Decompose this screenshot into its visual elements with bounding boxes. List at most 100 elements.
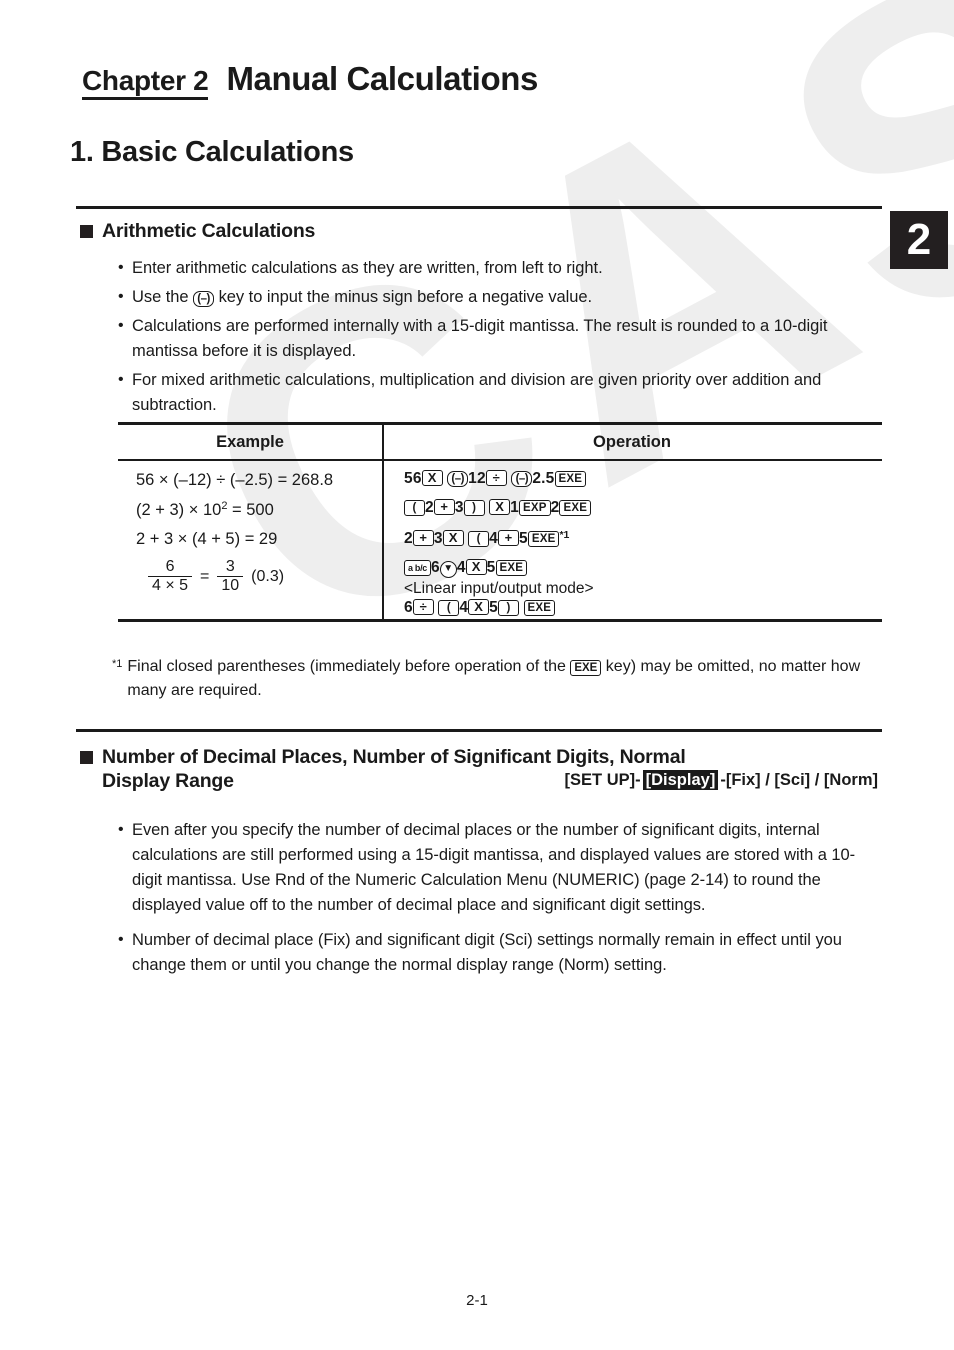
operation-key-sequence-linear: 6 ÷ (4 X 5) EXE bbox=[404, 598, 882, 617]
operand-text: 4 bbox=[456, 558, 466, 576]
heading-arithmetic-label: Arithmetic Calculations bbox=[102, 220, 316, 242]
footnote-text-before: Final closed parentheses (immediately be… bbox=[127, 658, 566, 675]
list-item-text: Enter arithmetic calculations as they ar… bbox=[132, 259, 603, 277]
table-column-divider bbox=[382, 460, 384, 619]
plus-key-icon: + bbox=[498, 529, 519, 546]
list-item-text: Even after you specify the number of dec… bbox=[132, 821, 856, 915]
list-item-text-before: Use the bbox=[132, 288, 189, 306]
setup-path-suffix: -[Fix] / [Sci] / [Norm] bbox=[720, 771, 878, 789]
table-row: 56 × (–12) ÷ (–2.5) = 268.8 56 X (–) 12 ÷ (… bbox=[118, 461, 882, 490]
fraction-left: 6 4 × 5 bbox=[148, 557, 193, 597]
section-title: 1. Basic Calculations bbox=[70, 136, 354, 168]
operand-text: 2 bbox=[550, 498, 560, 516]
operand-text: 12 bbox=[468, 469, 486, 487]
bullet-dot-icon: • bbox=[118, 931, 124, 948]
footnote: *1 Final closed parentheses (immediately… bbox=[112, 655, 892, 703]
operand-text: 1 bbox=[510, 498, 519, 516]
exe-key-icon: EXE bbox=[495, 559, 528, 576]
table-row: (2 + 3) × 102 = 500 (2 +3) X 1 EXP 2 EXE bbox=[118, 490, 882, 520]
operand-text: 2 bbox=[404, 529, 413, 547]
fraction-denominator: 4 × 5 bbox=[148, 576, 193, 596]
setup-path: [SET UP]- [Display] -[Fix] / [Sci] / [Norm… bbox=[565, 770, 878, 790]
bullet-dot-icon: • bbox=[118, 259, 124, 276]
divider-rule-top bbox=[76, 206, 882, 209]
list-item: • Number of decimal place (Fix) and sign… bbox=[118, 928, 878, 978]
fraction-key-icon: a b/c bbox=[404, 559, 432, 576]
operand-text: 5 bbox=[486, 558, 496, 576]
operand-text: 5 bbox=[519, 529, 528, 547]
fraction-numerator: 6 bbox=[165, 557, 175, 575]
list-item-text: For mixed arithmetic calculations, multi… bbox=[132, 371, 822, 415]
open-paren-key-icon: ( bbox=[404, 499, 425, 516]
plus-key-icon: + bbox=[433, 498, 455, 515]
operand-text: 3 bbox=[454, 498, 464, 516]
heading-decimal-line1: Number of Decimal Places, Number of Sign… bbox=[102, 746, 686, 768]
table-header-row: Example Operation bbox=[118, 425, 882, 459]
operand-text: 3 bbox=[433, 529, 443, 547]
examples-table: Example Operation 56 × (–12) ÷ (–2.5) = … bbox=[118, 422, 882, 622]
minus-sign-key-icon: (–) bbox=[193, 291, 215, 307]
divide-key-icon: ÷ bbox=[485, 469, 507, 486]
list-item-text: Use the (–) key to input the minus sign … bbox=[132, 285, 878, 310]
table-cell-example: (2 + 3) × 102 = 500 bbox=[136, 499, 274, 519]
document-page: Chapter 2 Manual Calculations 1. Basic C… bbox=[0, 0, 954, 1350]
fraction-denominator: 10 bbox=[217, 576, 244, 596]
chapter-heading: Chapter 2 Manual Calculations bbox=[82, 61, 538, 101]
exe-key-icon: EXE bbox=[523, 599, 556, 616]
setup-path-highlight: [Display] bbox=[642, 770, 719, 790]
footnote-mark: *1 bbox=[112, 658, 123, 670]
list-item: • Calculations are performed internally … bbox=[118, 314, 874, 364]
list-item: • Use the (–) key to input the minus sig… bbox=[118, 285, 878, 310]
list-item: • Even after you specify the number of d… bbox=[118, 818, 878, 918]
equals-sign: = bbox=[200, 567, 210, 585]
table-body: 56 × (–12) ÷ (–2.5) = 268.8 56 X (–) 12 ÷ (… bbox=[118, 460, 882, 619]
list-item-text: Number of decimal place (Fix) and signif… bbox=[132, 931, 842, 975]
heading-arithmetic-calculations: Arithmetic Calculations bbox=[80, 219, 315, 243]
operand-text: 5 bbox=[489, 598, 498, 616]
chapter-label: Chapter 2 bbox=[82, 66, 209, 101]
down-arrow-key-icon: ▼ bbox=[439, 560, 457, 578]
open-paren-key-icon: ( bbox=[438, 599, 460, 616]
fraction-numerator: 3 bbox=[225, 557, 235, 575]
operand-text: 2 bbox=[425, 498, 434, 516]
table-row: 2 + 3 × (4 + 5) = 29 2 +3 X (4 +5 EXE *1 bbox=[118, 520, 882, 550]
list-item-text: Calculations are performed internally wi… bbox=[132, 317, 828, 361]
exp-key-icon: EXP bbox=[519, 499, 551, 516]
footnote-reference: *1 bbox=[559, 528, 570, 541]
bullet-dot-icon: • bbox=[118, 317, 124, 334]
decimal-equivalent: (0.3) bbox=[251, 567, 285, 585]
table-cell-operation: 56 X (–) 12 ÷ (–) 2.5 EXE bbox=[382, 461, 882, 490]
operation-key-sequence: 56 X (–) 12 ÷ (–) 2.5 EXE bbox=[404, 469, 882, 488]
divide-key-icon: ÷ bbox=[412, 598, 434, 615]
minus-sign-key-icon: (–) bbox=[511, 470, 533, 487]
exe-key-icon: EXE bbox=[527, 530, 560, 547]
divider-rule-second bbox=[76, 729, 882, 732]
chapter-tab-marker: 2 bbox=[890, 211, 948, 269]
plus-key-icon: + bbox=[412, 529, 434, 546]
table-row: 6 4 × 5 = 3 10 (0.3) a b/c 6 ▼ 4 X 5 EXE <Line… bbox=[118, 550, 882, 619]
operand-text: 2.5 bbox=[532, 469, 555, 487]
exe-key-icon: EXE bbox=[570, 660, 602, 676]
multiply-key-icon: X bbox=[468, 598, 490, 615]
bullet-dot-icon: • bbox=[118, 288, 124, 305]
exe-key-icon: EXE bbox=[559, 499, 592, 516]
multiply-key-icon: X bbox=[465, 558, 487, 575]
list-item: • Enter arithmetic calculations as they … bbox=[118, 256, 878, 281]
minus-sign-key-icon: (–) bbox=[447, 470, 469, 487]
exponent: 2 bbox=[221, 499, 228, 512]
operand-text: 4 bbox=[459, 598, 469, 616]
multiply-key-icon: X bbox=[421, 469, 443, 486]
table-cell-example: 6 4 × 5 = 3 10 (0.3) bbox=[118, 550, 382, 601]
table-cell-example: 2 + 3 × (4 + 5) = 29 bbox=[136, 529, 278, 548]
list-item: • For mixed arithmetic calculations, mul… bbox=[118, 368, 874, 418]
heading-decimal-line2: Display Range bbox=[102, 770, 234, 793]
page-number: 2-1 bbox=[466, 1292, 488, 1309]
list-item-text-after: key to input the minus sign before a neg… bbox=[218, 288, 593, 306]
table-header-operation: Operation bbox=[593, 433, 671, 451]
close-paren-key-icon: ) bbox=[463, 499, 485, 516]
multiply-key-icon: X bbox=[489, 498, 511, 515]
footnote-text: Final closed parentheses (immediately be… bbox=[127, 655, 892, 703]
open-paren-key-icon: ( bbox=[468, 530, 490, 547]
operation-key-sequence: (2 +3) X 1 EXP 2 EXE bbox=[404, 498, 882, 517]
table-column-divider bbox=[382, 425, 384, 459]
